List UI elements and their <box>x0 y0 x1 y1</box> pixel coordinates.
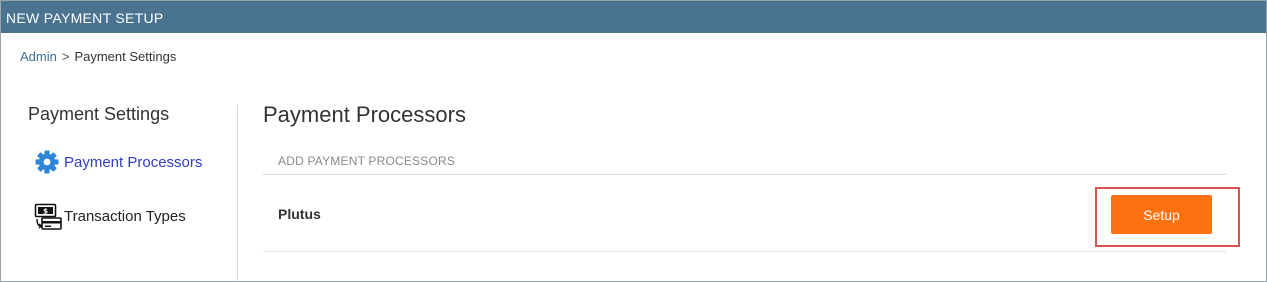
setup-button[interactable]: Setup <box>1111 195 1212 234</box>
sidebar-item-transaction-types[interactable]: $ Transaction Types <box>34 203 186 230</box>
page-title: Payment Processors <box>263 102 466 127</box>
section-header: ADD PAYMENT PROCESSORS <box>263 147 1226 175</box>
table-row: Plutus Setup <box>263 176 1240 252</box>
window-title: NEW PAYMENT SETUP <box>1 1 1266 33</box>
breadcrumb-current: Payment Settings <box>74 49 177 64</box>
sidebar-title: Payment Settings <box>28 104 170 124</box>
breadcrumb-admin-link[interactable]: Admin <box>20 49 57 64</box>
app-window: NEW PAYMENT SETUP Admin > Payment Settings… <box>0 0 1267 282</box>
sidebar-item-payment-processors[interactable]: Payment Processors <box>34 149 202 175</box>
processor-name: Plutus <box>278 206 321 222</box>
gear-icon <box>34 149 62 175</box>
sidebar-item-label: Payment Processors <box>64 153 203 171</box>
breadcrumb-separator: > <box>61 49 70 64</box>
sidebar-divider <box>237 105 238 281</box>
transaction-icon: $ <box>34 203 62 230</box>
svg-text:$: $ <box>43 207 48 215</box>
sidebar-item-label: Transaction Types <box>64 207 186 225</box>
breadcrumb: Admin > Payment Settings <box>20 49 176 64</box>
